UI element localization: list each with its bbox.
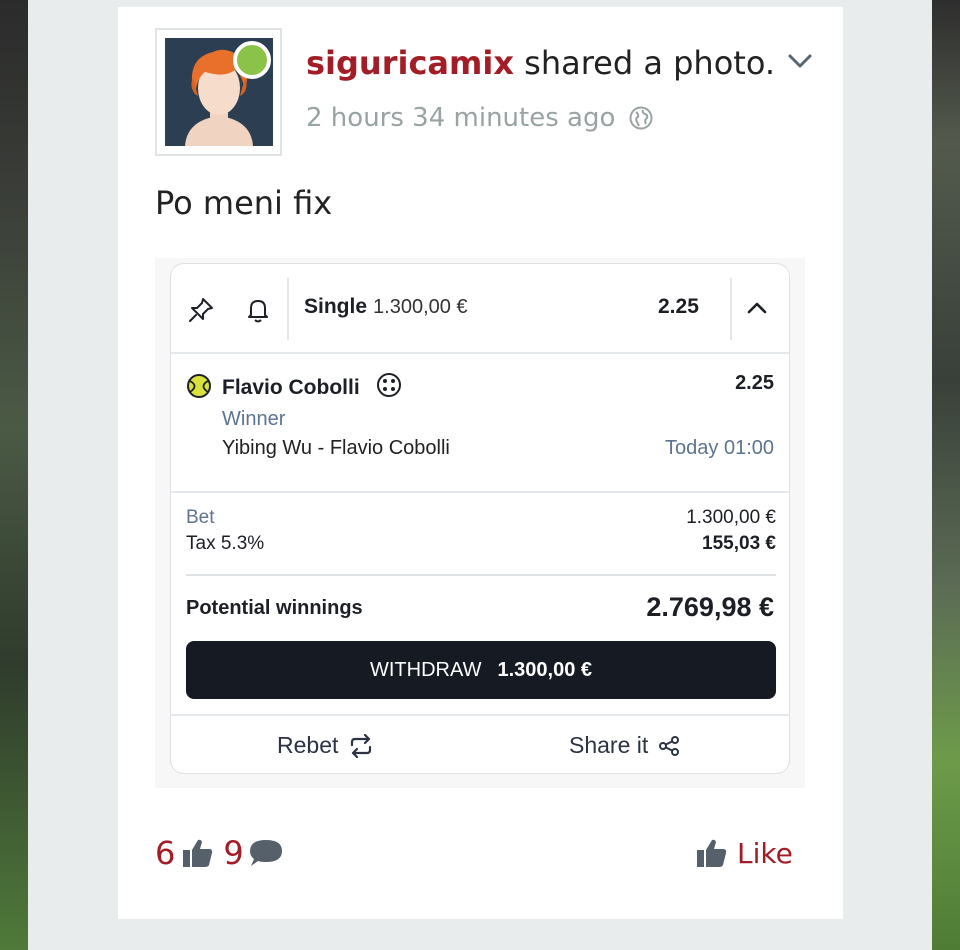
rebet-label: Rebet <box>277 732 339 758</box>
header-divider-right <box>730 278 732 340</box>
bet-type: Single 1.300,00 € <box>304 295 468 319</box>
summary-divider <box>186 574 776 576</box>
bet-stake: 1.300,00 € <box>373 296 468 318</box>
total-odds: 2.25 <box>658 295 699 318</box>
bet-row: Bet 1.300,00 € <box>186 507 776 533</box>
tennis-ball-icon <box>187 374 211 398</box>
thumbs-up-icon <box>697 839 727 867</box>
tax-amount: 155,03 € <box>702 533 776 554</box>
header-divider <box>287 278 289 340</box>
share-button[interactable]: Share it <box>569 732 680 759</box>
next-post-edge <box>118 919 843 950</box>
share-icon <box>659 735 680 756</box>
repeat-icon <box>351 733 372 758</box>
likes-count[interactable]: 6 <box>155 834 175 872</box>
selection-match: Yibing Wu - Flavio Cobolli <box>222 437 450 459</box>
tax-row: Tax 5.3% 155,03 € <box>186 533 776 559</box>
player-name: Flavio Cobolli <box>222 376 360 399</box>
chevron-down-icon[interactable] <box>787 50 813 72</box>
withdraw-button[interactable]: WITHDRAW 1.300,00 € <box>186 641 776 699</box>
time-ago-text[interactable]: 2 hours 34 minutes ago <box>306 103 615 133</box>
chevron-up-icon[interactable] <box>745 298 769 318</box>
selection-odds: 2.25 <box>735 372 774 394</box>
post-action-text: shared a photo. <box>513 44 776 82</box>
slip-header: Single 1.300,00 € 2.25 <box>171 264 789 354</box>
bet-type-label: Single <box>304 295 368 318</box>
selection-market: Winner <box>222 408 286 430</box>
withdraw-amount: 1.300,00 € <box>497 658 592 681</box>
selection-row[interactable]: Flavio Cobolli 2.25 Winner Yibing Wu - F… <box>171 356 789 493</box>
background-left <box>0 0 28 950</box>
selection-time: Today 01:00 <box>665 437 774 459</box>
bet-amount: 1.300,00 € <box>686 507 776 528</box>
like-label: Like <box>737 836 793 870</box>
comment-icon[interactable] <box>248 837 284 869</box>
bet-summary: Bet 1.300,00 € Tax 5.3% 155,03 € <box>186 507 776 559</box>
post-header: siguricamix shared a photo. <box>306 44 775 82</box>
withdraw-label: WITHDRAW <box>370 658 482 681</box>
username-link[interactable]: siguricamix <box>306 44 514 82</box>
stats-icon[interactable] <box>376 372 402 398</box>
bell-icon[interactable] <box>244 296 272 324</box>
pin-icon[interactable] <box>187 296 215 324</box>
share-label: Share it <box>569 732 649 758</box>
rebet-button[interactable]: Rebet <box>277 732 374 759</box>
selection-player: Flavio Cobolli <box>222 372 402 400</box>
like-button[interactable]: Like <box>695 836 793 870</box>
background-right <box>932 0 960 950</box>
reactions-bar: 6 9 <box>155 834 284 872</box>
bet-label: Bet <box>186 507 215 528</box>
winnings-label: Potential winnings <box>186 597 363 619</box>
tax-label: Tax 5.3% <box>186 533 265 554</box>
comments-count[interactable]: 9 <box>223 834 243 872</box>
post-timestamp: 2 hours 34 minutes ago <box>306 103 653 133</box>
bet-slip: Single 1.300,00 € 2.25 Flavio Cobolli 2.2… <box>170 263 790 774</box>
slip-footer: Rebet Share it <box>171 714 789 773</box>
winnings-amount: 2.769,98 € <box>646 592 774 622</box>
globe-icon <box>629 106 653 130</box>
thumbs-up-icon[interactable] <box>181 836 215 870</box>
post-body-text: Po meni fix <box>155 184 333 222</box>
online-status-indicator <box>233 41 271 79</box>
